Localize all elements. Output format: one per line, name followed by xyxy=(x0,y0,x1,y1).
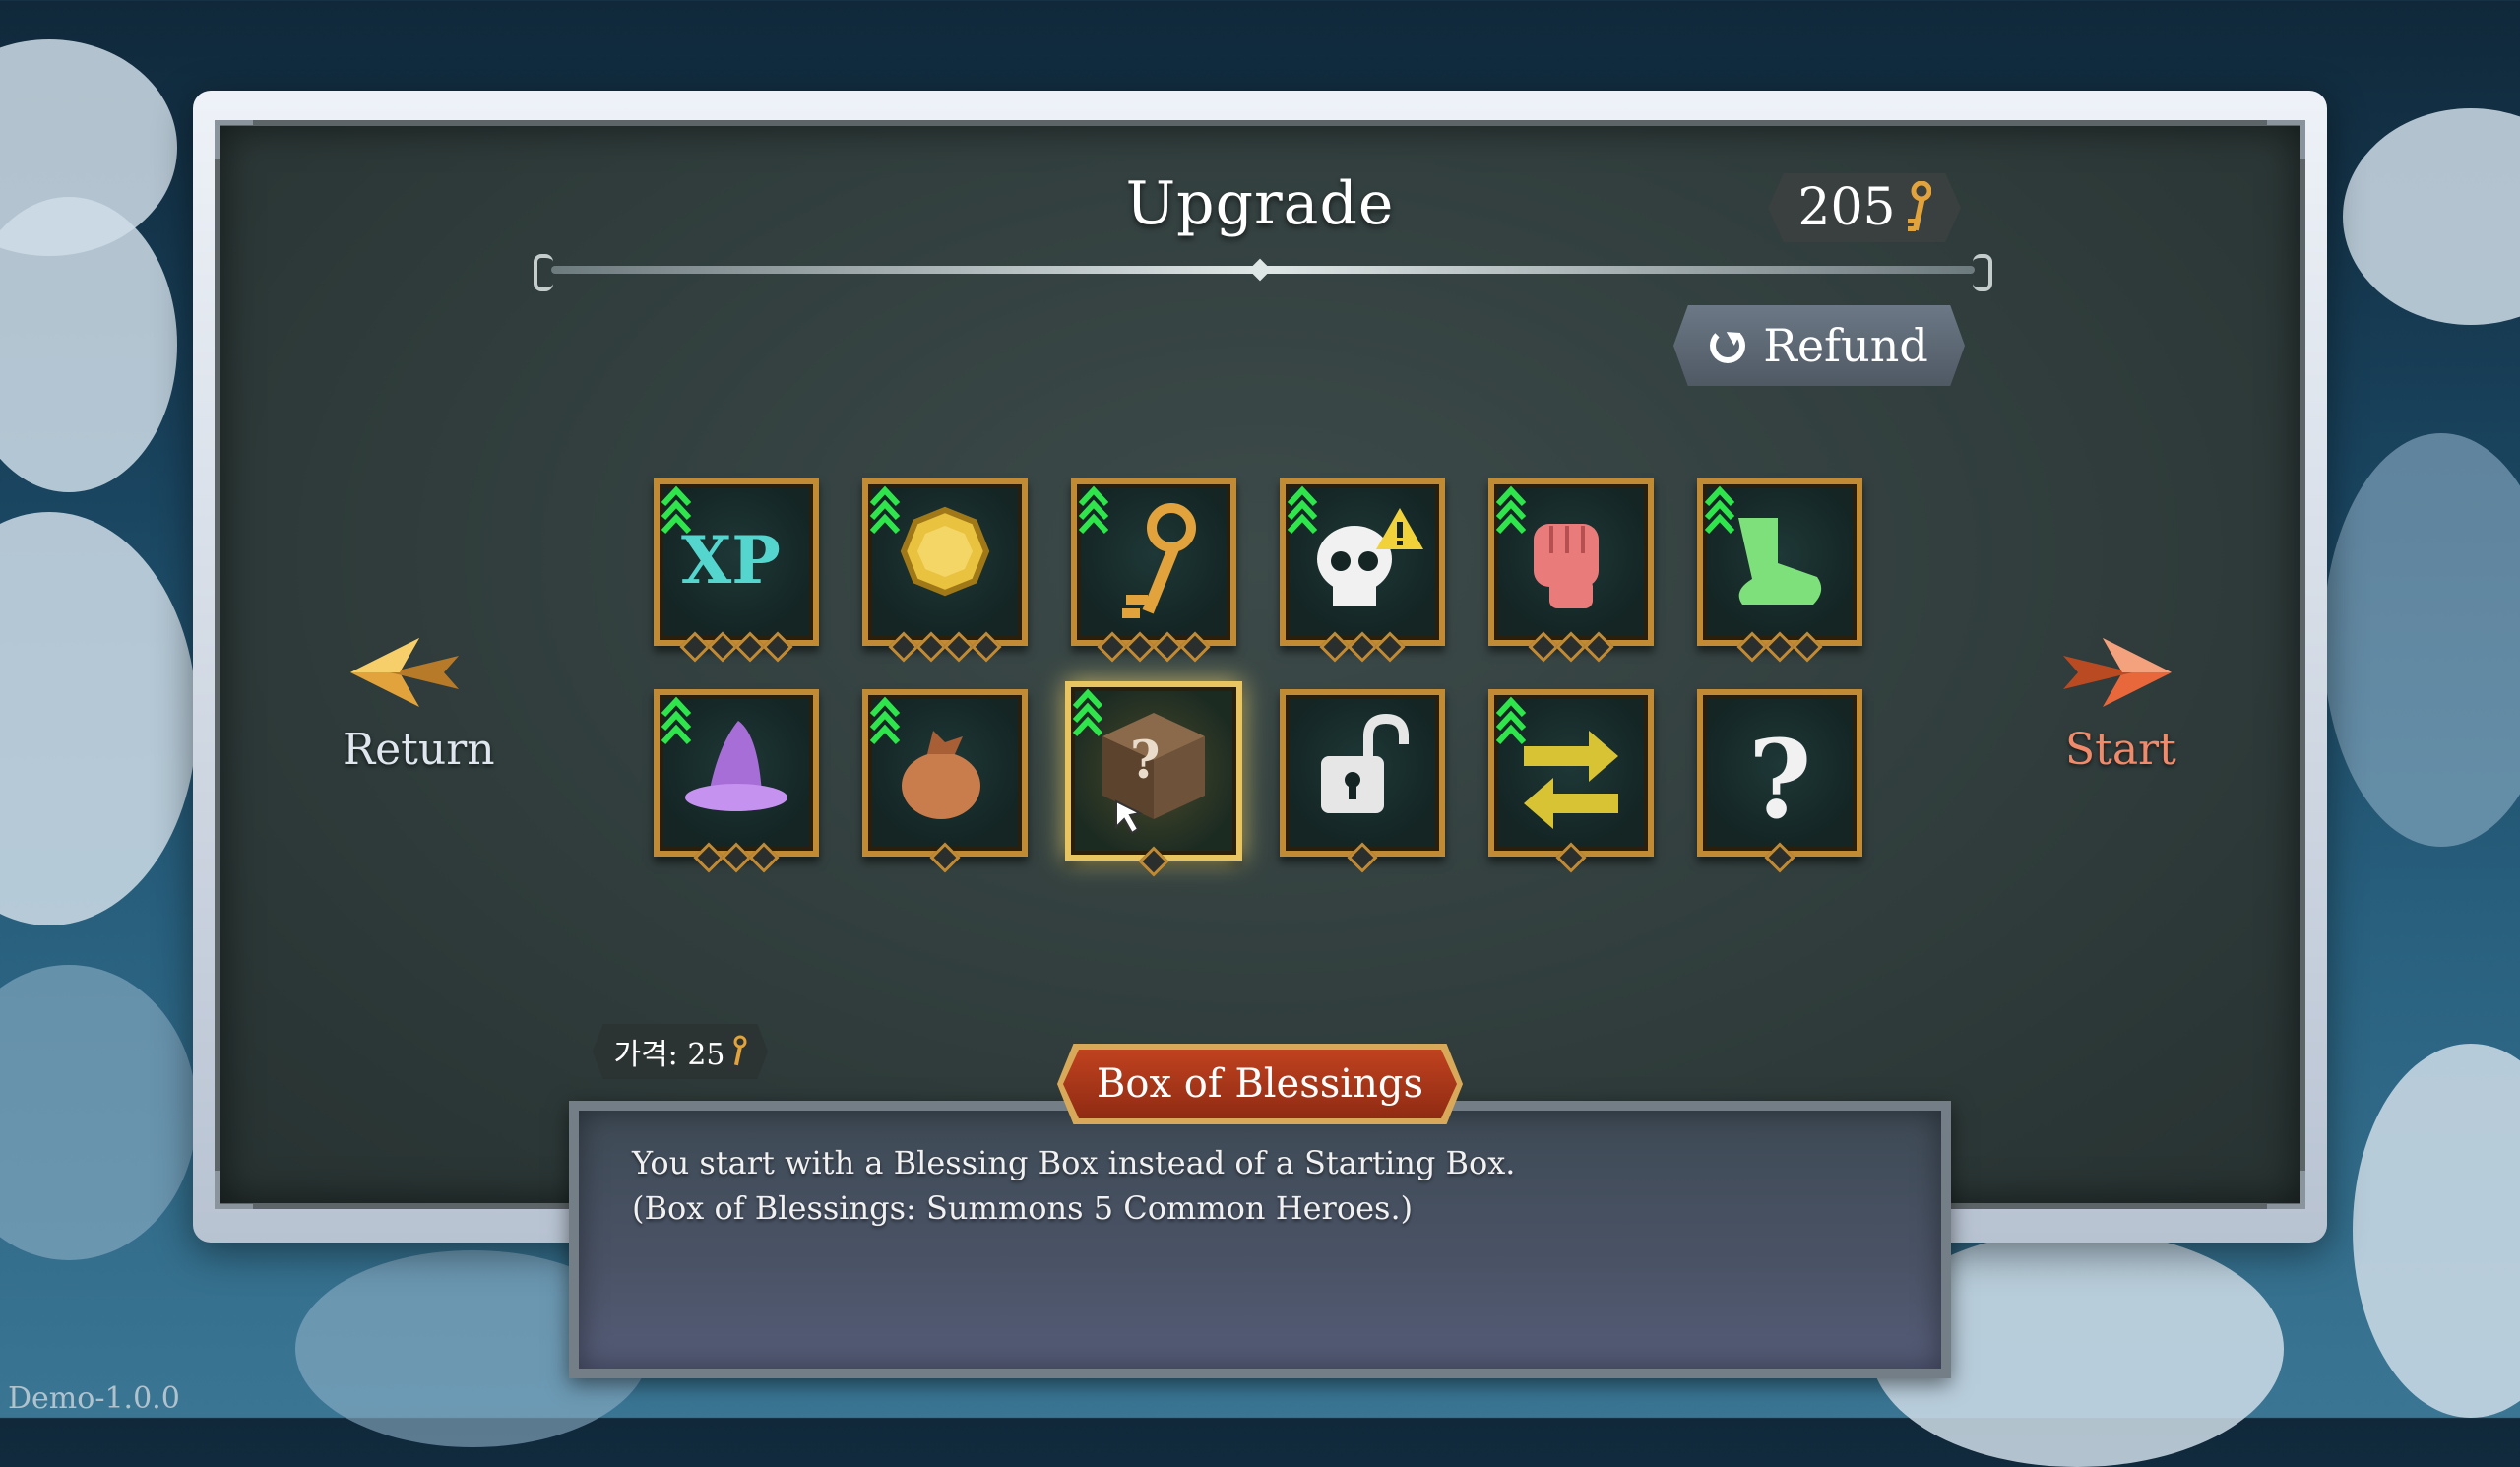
description-line-1: You start with a Blessing Box instead of… xyxy=(632,1144,1516,1181)
upgrade-chevron-icon xyxy=(869,696,901,745)
question-mark-icon: ? xyxy=(1748,716,1811,843)
xp-icon-glyph: XP xyxy=(681,522,781,599)
upgrade-tile-skull[interactable] xyxy=(1280,478,1445,663)
start-button[interactable]: Start xyxy=(2065,725,2176,775)
upgrade-tile-xp[interactable]: XP xyxy=(654,478,819,663)
level-pips xyxy=(868,631,1022,663)
question-mark-glyph: ? xyxy=(1748,716,1811,843)
upgrade-chevron-icon xyxy=(661,696,692,745)
upgrade-tile-fist[interactable] xyxy=(1488,478,1654,663)
level-pips xyxy=(1494,842,1648,873)
description-title: Box of Blessings xyxy=(1063,1050,1457,1118)
price-tag: 가격: 25 xyxy=(593,1024,768,1079)
upgrade-chevron-icon xyxy=(1078,485,1109,535)
upgrade-tile-unknown[interactable]: ? xyxy=(1697,689,1862,873)
upgrade-chevron-icon xyxy=(661,485,692,535)
cloud xyxy=(0,965,197,1260)
level-pips xyxy=(660,631,813,663)
level-pips xyxy=(1703,842,1857,873)
upgrade-chevron-icon xyxy=(1072,688,1103,737)
upgrade-tile-wizard-hat[interactable] xyxy=(654,689,819,873)
description-line-2: (Box of Blessings: Summons 5 Common Hero… xyxy=(632,1189,1414,1227)
start-arrow-icon[interactable] xyxy=(2053,638,2172,707)
upgrade-tile-money-bag[interactable] xyxy=(862,689,1028,873)
refund-label: Refund xyxy=(1763,319,1928,372)
level-pips xyxy=(1286,631,1439,663)
upgrade-tile-gold[interactable] xyxy=(862,478,1028,663)
level-pips xyxy=(1071,846,1236,877)
return-arrow-icon[interactable] xyxy=(350,638,469,707)
cloud xyxy=(0,512,197,925)
upgrade-tile-boot[interactable] xyxy=(1697,478,1862,663)
upgrade-chevron-icon xyxy=(1704,485,1735,535)
currency-amount: 205 xyxy=(1797,178,1896,237)
level-pips xyxy=(868,842,1022,873)
key-icon xyxy=(733,1035,747,1066)
description-text: You start with a Blessing Box instead of… xyxy=(632,1140,1912,1231)
refund-button[interactable]: Refund xyxy=(1673,305,1965,386)
upgrade-chevron-icon xyxy=(1495,485,1527,535)
upgrade-tile-key[interactable] xyxy=(1071,478,1236,663)
level-pips xyxy=(660,842,813,873)
key-icon xyxy=(1906,180,1932,234)
level-pips xyxy=(1077,631,1230,663)
upgrade-chevron-icon xyxy=(1495,696,1527,745)
cloud xyxy=(2323,433,2520,847)
panel-corner xyxy=(215,120,253,159)
cloud xyxy=(0,197,177,492)
level-pips xyxy=(1494,631,1648,663)
level-pips xyxy=(1703,631,1857,663)
unlock-icon xyxy=(1321,713,1409,813)
upgrade-chevron-icon xyxy=(869,485,901,535)
mystery-box-glyph: ? xyxy=(1130,731,1160,791)
upgrade-tile-unlock[interactable] xyxy=(1280,689,1445,873)
panel-corner xyxy=(2267,1171,2305,1209)
version-label: Demo-1.0.0 xyxy=(8,1381,180,1416)
page-title: Upgrade xyxy=(1125,169,1395,238)
upgrade-tile-swap[interactable] xyxy=(1488,689,1654,873)
currency-counter: 205 xyxy=(1768,173,1961,242)
panel-corner xyxy=(215,1171,253,1209)
level-pips xyxy=(1286,842,1439,873)
upgrade-tile-mystery-box[interactable]: ? xyxy=(1065,681,1242,877)
refresh-icon xyxy=(1710,328,1746,363)
return-button[interactable]: Return xyxy=(343,725,495,775)
upgrade-chevron-icon xyxy=(1287,485,1318,535)
price-label: 가격: 25 xyxy=(613,1038,725,1072)
cloud xyxy=(2353,1044,2520,1418)
panel-corner xyxy=(2267,120,2305,159)
